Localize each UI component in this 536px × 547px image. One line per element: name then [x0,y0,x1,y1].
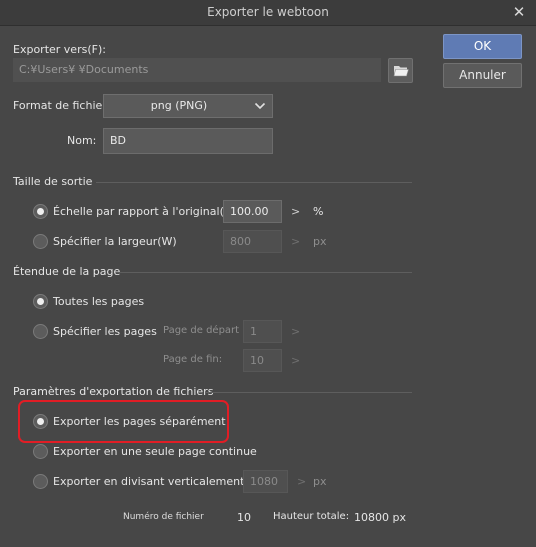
export-continuous-label: Exporter en une seule page continue [53,445,257,458]
cancel-button[interactable]: Annuler [443,63,522,88]
chevron-right-icon[interactable]: > [291,235,300,248]
split-height-input[interactable]: 1080 [243,470,288,493]
total-height-value: 10800 px [354,511,406,524]
browse-folder-button[interactable] [388,58,413,83]
page-range-section-title: Étendue de la page [13,265,121,278]
file-count-label: Numéro de fichier [123,512,204,522]
export-vertical-split-label: Exporter en divisant verticalement [53,475,245,488]
close-icon[interactable]: ✕ [510,3,528,21]
section-divider [116,272,412,273]
specify-pages-radio[interactable] [33,324,48,339]
scale-label: Échelle par rapport à l'original(Z) [53,205,236,218]
export-params-section-title: Paramètres d'exportation de fichiers [13,385,214,398]
chevron-right-icon[interactable]: > [291,325,300,338]
width-radio[interactable] [33,234,48,249]
chevron-right-icon[interactable]: > [291,205,300,218]
width-input[interactable]: 800 [223,230,282,253]
format-select-value: png (PNG) [150,99,208,112]
all-pages-radio[interactable] [33,294,48,309]
export-continuous-radio[interactable] [33,444,48,459]
export-separately-radio[interactable] [33,414,48,429]
scale-input[interactable]: 100.00 [223,200,282,223]
export-separately-label: Exporter les pages séparément [53,415,226,428]
width-unit: px [313,235,327,248]
folder-icon [393,63,409,81]
section-divider [206,392,412,393]
window-title: Exporter le webtoon [207,5,329,19]
width-label: Spécifier la largeur(W) [53,235,177,248]
chevron-right-icon[interactable]: > [291,354,300,367]
chevron-right-icon[interactable]: > [297,475,306,488]
start-page-input[interactable]: 1 [243,320,282,343]
end-page-label: Page de fin: [163,354,223,365]
output-size-section-title: Taille de sortie [13,175,93,188]
total-height-label: Hauteur totale: [273,511,350,522]
all-pages-label: Toutes les pages [53,295,145,308]
specify-pages-label: Spécifier les pages [53,325,157,338]
format-select[interactable]: png (PNG) [103,94,273,118]
export-to-label: Exporter vers(F): [13,43,106,56]
chevron-down-icon [254,100,266,112]
export-path-field[interactable]: C:¥Users¥ ¥Documents [13,58,381,82]
export-vertical-split-radio[interactable] [33,474,48,489]
ok-button[interactable]: OK [443,34,522,59]
file-count-value: 10 [237,511,251,524]
format-label: Format de fichier: [13,99,111,112]
name-field[interactable]: BD [103,128,273,154]
name-label: Nom: [67,134,97,147]
scale-radio[interactable] [33,204,48,219]
section-divider [96,182,412,183]
split-unit: px [313,475,327,488]
end-page-input[interactable]: 10 [243,349,282,372]
start-page-label: Page de départ [163,325,240,336]
scale-unit: % [313,205,324,218]
